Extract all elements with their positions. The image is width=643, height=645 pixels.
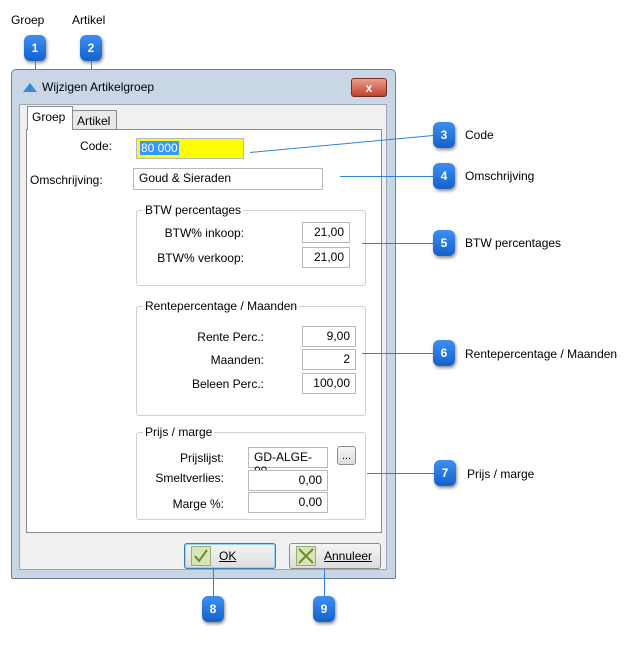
callout-9: 9: [313, 596, 335, 622]
close-button[interactable]: x: [351, 78, 387, 97]
leader-7: [367, 473, 435, 474]
callout-8: 8: [202, 596, 224, 622]
leader-4: [340, 176, 434, 177]
ok-label: OK: [219, 549, 237, 563]
smeltverlies-label: Smeltverlies:: [155, 471, 224, 485]
title-bar[interactable]: Wijzigen Artikelgroep x: [12, 70, 395, 104]
callout-4: 4: [433, 163, 455, 189]
maanden-label: Maanden:: [210, 353, 264, 367]
smeltverlies-field[interactable]: 0,00: [248, 470, 328, 491]
leader-5: [362, 243, 434, 244]
maanden-field[interactable]: 2: [302, 349, 356, 370]
callout-4-text: Omschrijving: [465, 169, 535, 183]
code-field[interactable]: 80 000: [136, 138, 244, 159]
callout-6: 6: [433, 340, 455, 366]
leader-8: [213, 569, 214, 597]
btw-verkoop-label: BTW% verkoop:: [157, 251, 244, 265]
beleen-label: Beleen Perc.:: [191, 377, 264, 391]
prijslijst-field[interactable]: GD-ALGE-00: [248, 447, 328, 478]
cancel-button[interactable]: Annuleer: [289, 543, 381, 569]
prijslijst-label: Prijslijst:: [180, 451, 224, 465]
window-title: Wijzigen Artikelgroep: [42, 80, 155, 94]
ok-button[interactable]: OK: [184, 543, 276, 569]
code-value: 80 000: [140, 141, 179, 155]
callout-6-text: Rentepercentage / Maanden: [465, 347, 618, 361]
omschrijving-field[interactable]: Goud & Sieraden: [133, 168, 323, 190]
btw-verkoop-field[interactable]: 21,00: [302, 247, 350, 268]
callout-7-text: Prijs / marge: [467, 467, 535, 481]
tab-groep[interactable]: Groep: [27, 106, 73, 130]
group-rente-title: Rentepercentage / Maanden: [143, 299, 300, 313]
cancel-label: Annuleer: [324, 549, 373, 563]
leader-6: [362, 353, 434, 354]
cross-icon: [296, 546, 316, 566]
callout-7: 7: [434, 460, 456, 486]
group-btw-title: BTW percentages: [143, 203, 244, 217]
marge-label: Marge %:: [172, 497, 224, 511]
label-groep: Groep: [11, 13, 45, 27]
callout-3-text: Code: [465, 128, 494, 142]
rente-field[interactable]: 9,00: [302, 326, 356, 347]
btw-inkoop-field[interactable]: 21,00: [302, 222, 350, 243]
callout-5-text: BTW percentages: [465, 236, 562, 250]
label-artikel: Artikel: [72, 13, 106, 27]
leader-9: [324, 569, 325, 597]
callout-1: 1: [24, 35, 46, 61]
group-prijs-title: Prijs / marge: [143, 425, 215, 439]
app-icon: [23, 83, 37, 92]
omschrijving-label: Omschrijving:: [30, 173, 103, 187]
callout-5: 5: [433, 230, 455, 256]
tab-artikel[interactable]: Artikel: [72, 110, 117, 130]
callout-3: 3: [433, 122, 455, 148]
beleen-field[interactable]: 100,00: [302, 373, 356, 394]
code-label: Code:: [79, 139, 112, 153]
rente-label: Rente Perc.:: [197, 330, 264, 344]
callout-2: 2: [80, 35, 102, 61]
btw-inkoop-label: BTW% inkoop:: [164, 226, 244, 240]
marge-field[interactable]: 0,00: [248, 492, 328, 513]
check-icon: [191, 546, 211, 566]
prijslijst-browse-button[interactable]: ...: [337, 446, 356, 465]
